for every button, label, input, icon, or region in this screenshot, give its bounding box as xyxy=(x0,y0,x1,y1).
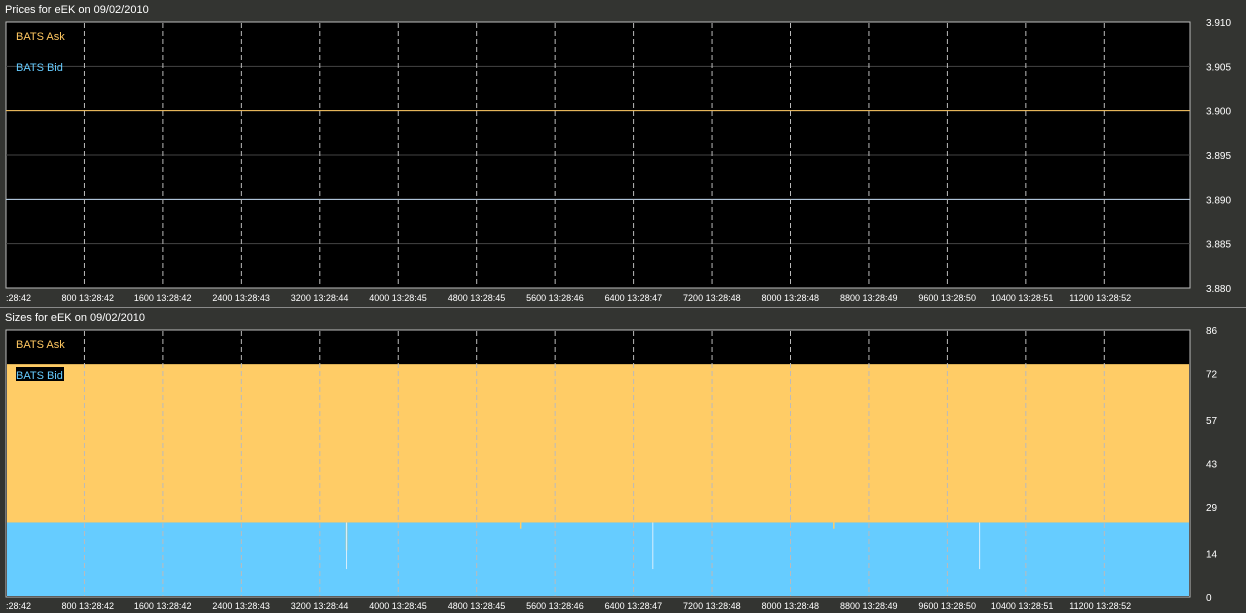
charts-svg: 3.910 3.905 3.900 3.895 3.890 3.885 3.880 :28:4… xyxy=(5,18,1231,611)
x-tick-label: 9600 13:28:50 xyxy=(918,293,976,303)
x-tick-label: 5600 13:28:46 xyxy=(526,601,584,611)
y-tick-label: 72 xyxy=(1206,369,1218,380)
x-tick-label: 2400 13:28:43 xyxy=(212,293,270,303)
y-tick-label: 3.880 xyxy=(1206,284,1231,295)
x-tick-label: 4000 13:28:45 xyxy=(369,293,427,303)
legend-ask: BATS Ask xyxy=(16,31,65,43)
x-tick-label: 8800 13:28:49 xyxy=(840,601,898,611)
x-tick-label: 7200 13:28:48 xyxy=(683,293,741,303)
y-tick-label: 29 xyxy=(1206,503,1218,514)
x-tick-label: :28:42 xyxy=(6,293,31,303)
x-tick-label: 1600 13:28:42 xyxy=(134,601,192,611)
x-tick-label: :28:42 xyxy=(6,601,31,611)
y-tick-label: 0 xyxy=(1206,593,1212,604)
y-tick-label: 3.900 xyxy=(1206,107,1231,118)
x-tick-label: 3200 13:28:44 xyxy=(291,293,349,303)
y-tick-label: 3.905 xyxy=(1206,62,1231,73)
y-tick-label: 3.890 xyxy=(1206,195,1231,206)
x-tick-label: 6400 13:28:47 xyxy=(605,601,663,611)
x-tick-label: 1600 13:28:42 xyxy=(134,293,192,303)
x-tick-label: 8000 13:28:48 xyxy=(762,601,820,611)
x-tick-label: 800 13:28:42 xyxy=(61,293,114,303)
x-tick-label: 11200 13:28:52 xyxy=(1069,293,1131,303)
x-tick-label: 10400 13:28:51 xyxy=(991,601,1054,611)
legend-bid: BATS Bid xyxy=(16,62,63,74)
x-tick-label: 7200 13:28:48 xyxy=(683,601,741,611)
ask-size-area xyxy=(7,364,1189,523)
y-tick-label: 57 xyxy=(1206,416,1218,427)
x-tick-label: 8000 13:28:48 xyxy=(762,293,820,303)
legend-bid: BATS Bid xyxy=(16,370,63,382)
legend-ask: BATS Ask xyxy=(16,339,65,351)
x-tick-label: 11200 13:28:52 xyxy=(1069,601,1131,611)
x-tick-label: 9600 13:28:50 xyxy=(918,601,976,611)
x-tick-label: 4800 13:28:45 xyxy=(448,293,506,303)
x-tick-label: 6400 13:28:47 xyxy=(605,293,663,303)
x-tick-label: 4000 13:28:45 xyxy=(369,601,427,611)
y-tick-label: 43 xyxy=(1206,460,1218,471)
y-tick-label: 14 xyxy=(1206,550,1218,561)
y-tick-label: 86 xyxy=(1206,326,1218,337)
x-tick-label: 3200 13:28:44 xyxy=(291,601,349,611)
y-tick-label: 3.885 xyxy=(1206,240,1231,251)
x-tick-label: 4800 13:28:45 xyxy=(448,601,506,611)
x-tick-label: 8800 13:28:49 xyxy=(840,293,898,303)
x-tick-label: 800 13:28:42 xyxy=(61,601,114,611)
y-tick-label: 3.910 xyxy=(1206,18,1231,29)
bid-size-area xyxy=(7,522,1189,596)
x-tick-label: 2400 13:28:43 xyxy=(212,601,270,611)
x-tick-label: 10400 13:28:51 xyxy=(991,293,1054,303)
y-tick-label: 3.895 xyxy=(1206,151,1231,162)
x-tick-label: 5600 13:28:46 xyxy=(526,293,584,303)
